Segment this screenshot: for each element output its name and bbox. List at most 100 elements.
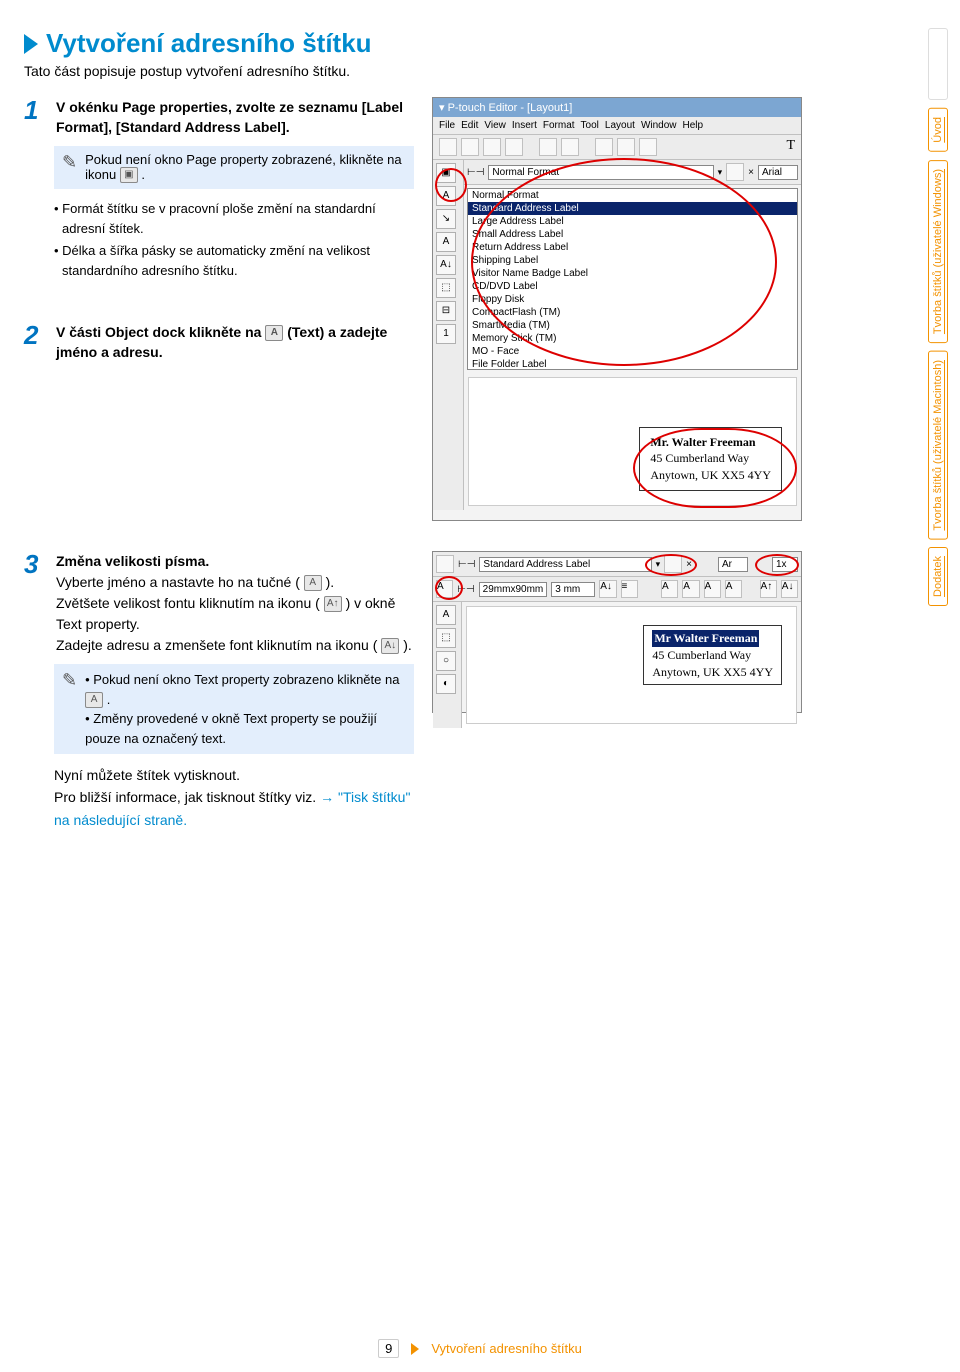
object-dock: ▣ A ↘ A A↓ ⬚ ⊟ 1 <box>433 160 464 510</box>
bullets-1: • Formát štítku se v pracovní ploše změn… <box>54 199 414 280</box>
note-3: ✎ • Pokud není okno Text property zobraz… <box>54 664 414 754</box>
toolbar-button[interactable] <box>539 138 557 156</box>
tab-uvod[interactable]: Úvod <box>928 108 948 152</box>
step-3-title: Změna velikosti písma. <box>56 551 414 572</box>
side-nav-tabs: Úvod Tvorba štítků (uživatelé Windows) T… <box>928 28 948 606</box>
menu-tool[interactable]: Tool <box>581 120 599 131</box>
s3l3b: ). <box>403 637 412 653</box>
menu-format[interactable]: Format <box>543 120 575 131</box>
highlight-oval-icon <box>645 554 697 576</box>
dock-button[interactable]: 1 <box>436 324 456 344</box>
toolbar-button[interactable] <box>595 138 613 156</box>
font-dropdown[interactable]: Ar <box>718 557 748 572</box>
left-column-2: 3 Změna velikosti písma. Vyberte jméno a… <box>24 551 414 831</box>
font-bigger-button[interactable]: A↑ <box>760 580 777 598</box>
step-3-line-3: Zadejte adresu a zmenšete font kliknutím… <box>56 635 414 656</box>
object-dock-2: A ⬚ ○ ◐ <box>433 602 462 728</box>
step-1: 1 V okénku Page properties, zvolte ze se… <box>24 97 414 138</box>
tab-windows[interactable]: Tvorba štítků (uživatelé Windows) <box>928 160 948 343</box>
step-3-line-1: Vyberte jméno a nastavte ho na tučné ( A… <box>56 572 414 593</box>
tab-placeholder <box>928 28 948 100</box>
menu-layout[interactable]: Layout <box>605 120 635 131</box>
dock-button[interactable]: A↓ <box>436 255 456 275</box>
bold-icon: A <box>304 575 322 591</box>
format-dropdown[interactable]: Standard Address Label <box>479 557 651 572</box>
note-3-bullet-2: • Změny provedené v okně Text property s… <box>85 709 406 748</box>
toolbar-button[interactable] <box>726 163 744 181</box>
final-line-1: Nyní můžete štítek vytisknout. <box>54 764 414 786</box>
thickness-field[interactable]: 3 mm <box>551 582 595 597</box>
triangle-bullet-icon <box>24 34 38 54</box>
s3l2a: Zvětšete velikost fontu kliknutím na iko… <box>56 595 320 611</box>
font-bigger-icon: A↑ <box>324 596 342 612</box>
close-icon[interactable]: × <box>748 167 754 178</box>
toolbar-button[interactable] <box>439 138 457 156</box>
arrow-icon: → <box>320 789 334 805</box>
step-number: 1 <box>24 97 46 123</box>
highlight-oval-icon <box>435 168 467 202</box>
note-1: ✎ Pokud není okno Page property zobrazen… <box>54 146 414 190</box>
menu-insert[interactable]: Insert <box>512 120 537 131</box>
pencil-icon: ✎ <box>62 670 77 691</box>
menu-edit[interactable]: Edit <box>461 120 478 131</box>
step-3-line-2: Zvětšete velikost fontu kliknutím na iko… <box>56 593 414 635</box>
s3l1b: ). <box>326 574 335 590</box>
size-field[interactable]: 29mmx90mm <box>479 582 548 597</box>
ruler-marker: ⊢⊣ <box>458 559 475 570</box>
dock-button[interactable]: ⬚ <box>436 628 456 648</box>
tab-macintosh[interactable]: Tvorba štítků (uživatelé Macintosh) <box>928 351 948 540</box>
page-property-icon: ▣ <box>120 167 138 183</box>
menu-file[interactable]: File <box>439 120 455 131</box>
toolbar-button[interactable] <box>505 138 523 156</box>
label-canvas-2[interactable]: Mr Walter Freeman 45 Cumberland Way Anyt… <box>466 606 797 724</box>
bullet-1-1: • Formát štítku se v pracovní ploše změn… <box>54 199 414 238</box>
block-1: 1 V okénku Page properties, zvolte ze se… <box>24 97 824 521</box>
toolbar-button[interactable] <box>639 138 657 156</box>
screenshot-text-property: ⊢⊣ Standard Address Label ▾ × Ar 1x A ⊢⊣… <box>432 551 802 713</box>
align-button[interactable]: A↓ <box>599 580 616 598</box>
s3l3a: Zadejte adresu a zmenšete font kliknutím… <box>56 637 377 653</box>
style-button[interactable]: A <box>725 580 742 598</box>
toolbar-button[interactable] <box>617 138 635 156</box>
toolbar-button[interactable] <box>436 555 454 573</box>
dock-button[interactable]: ○ <box>436 651 456 671</box>
dock-button[interactable]: ◐ <box>436 674 456 694</box>
italic-button[interactable]: A <box>682 580 699 598</box>
lead-text: Tato část popisuje postup vytvoření adre… <box>24 63 824 79</box>
menu-view[interactable]: View <box>484 120 506 131</box>
text-tool-icon: A <box>265 325 283 341</box>
ruler-marker: ⊢⊣ <box>467 167 484 178</box>
breadcrumb: Vytvoření adresního štítku <box>431 1341 582 1356</box>
step-3-body: Změna velikosti písma. Vyberte jméno a n… <box>56 551 414 656</box>
toolbar-button[interactable] <box>461 138 479 156</box>
toolbar-button[interactable] <box>561 138 579 156</box>
text-property-icon: A <box>85 692 103 708</box>
dock-arrow-icon[interactable]: ↘ <box>436 209 456 229</box>
step-2a: V části Object dock klikněte na <box>56 324 265 340</box>
highlight-oval-icon <box>471 158 777 366</box>
editor-toolbar: T <box>433 135 801 160</box>
page-footer: 9 Vytvoření adresního štítku <box>0 1339 960 1358</box>
menu-window[interactable]: Window <box>641 120 677 131</box>
font-dropdown[interactable]: Arial <box>758 165 798 180</box>
ss2-body: A ⬚ ○ ◐ Mr Walter Freeman 45 Cumberland … <box>433 602 801 728</box>
highlight-oval-icon <box>435 576 463 600</box>
dock-button[interactable]: A <box>436 605 456 625</box>
toolbar-button[interactable] <box>483 138 501 156</box>
editor-window-title: ▾ P-touch Editor - [Layout1] <box>433 98 801 117</box>
style-button[interactable]: A <box>704 580 721 598</box>
font-smaller-button[interactable]: A↓ <box>781 580 798 598</box>
chevron-down-icon[interactable]: ▾ <box>718 167 723 178</box>
tab-dodatek[interactable]: Dodatek <box>928 547 948 606</box>
align-button[interactable]: ≡ <box>621 580 638 598</box>
dock-button[interactable]: ⊟ <box>436 301 456 321</box>
label2-line-3: Anytown, UK XX5 4YY <box>652 665 773 679</box>
dock-button[interactable]: ⬚ <box>436 278 456 298</box>
bold-button[interactable]: A <box>661 580 678 598</box>
ss2-toolbar-row-2: A ⊢⊣ 29mmx90mm 3 mm A↓ ≡ A A A A A↑ A↓ <box>433 577 801 602</box>
ss2-toolbar-row-1: ⊢⊣ Standard Address Label ▾ × Ar 1x <box>433 552 801 577</box>
note-3-body: • Pokud není okno Text property zobrazen… <box>85 670 406 748</box>
pencil-icon: ✎ <box>62 152 77 173</box>
menu-help[interactable]: Help <box>683 120 704 131</box>
dock-button[interactable]: A <box>436 232 456 252</box>
